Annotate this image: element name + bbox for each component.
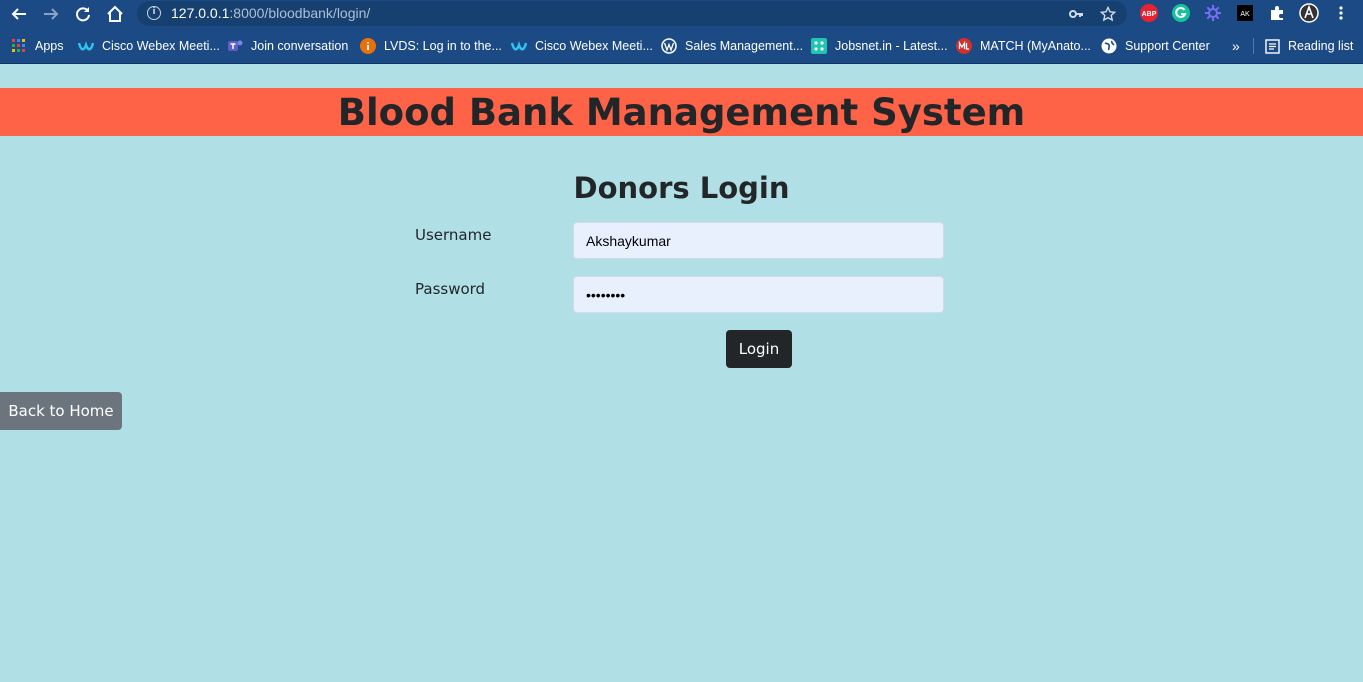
jobsnet-icon <box>811 38 827 54</box>
info-badge-icon <box>360 38 376 54</box>
bookmark-lvds[interactable]: LVDS: Log in to the... <box>360 37 502 55</box>
page-title: Donors Login <box>573 171 790 205</box>
puzzle-extensions-icon[interactable] <box>1267 3 1287 23</box>
svg-text:AK: AK <box>1240 11 1250 18</box>
site-title: Blood Bank Management System <box>337 91 1026 134</box>
wordpress-icon <box>661 38 677 54</box>
teams-icon <box>227 38 243 54</box>
profile-avatar-icon[interactable] <box>1299 3 1319 23</box>
site-info-icon[interactable]: i <box>147 6 161 20</box>
key-icon[interactable] <box>1066 4 1086 24</box>
forward-arrow-icon[interactable] <box>39 2 63 26</box>
back-arrow-icon[interactable] <box>7 2 31 26</box>
home-icon[interactable] <box>103 2 127 26</box>
bookmark-label: MATCH (MyAnato... <box>980 39 1091 53</box>
browser-toolbar: i 127.0.0.1:8000/bloodbank/login/ ABP AK <box>0 0 1363 28</box>
bookmark-label: Join conversation <box>251 39 349 53</box>
bookmark-cisco-webex-2[interactable]: Cisco Webex Meeti... <box>511 37 653 55</box>
bookmark-join-conversation[interactable]: Join conversation <box>227 37 348 55</box>
gear-extension-icon[interactable] <box>1203 3 1223 23</box>
reload-icon[interactable] <box>71 2 95 26</box>
username-input[interactable] <box>573 222 944 259</box>
bookmark-jobsnet[interactable]: Jobsnet.in - Latest... <box>811 37 948 55</box>
header-banner: Blood Bank Management System <box>0 88 1363 136</box>
reading-list-icon <box>1264 38 1280 54</box>
bookmark-match[interactable]: MATCH (MyAnato... <box>956 37 1091 55</box>
bookmark-label: Cisco Webex Meeti... <box>535 39 653 53</box>
globe-icon <box>1101 38 1117 54</box>
bookmark-cisco-webex-1[interactable]: Cisco Webex Meeti... <box>78 37 220 55</box>
back-to-home-button[interactable]: Back to Home <box>0 392 122 430</box>
webex-icon <box>511 38 527 54</box>
apps-grid-icon <box>11 38 27 54</box>
bookmark-label: Cisco Webex Meeti... <box>102 39 220 53</box>
webex-icon <box>78 38 94 54</box>
grammarly-extension-icon[interactable] <box>1171 3 1191 23</box>
reading-list[interactable]: Reading list <box>1264 37 1353 55</box>
bookmark-label: LVDS: Log in to the... <box>384 39 502 53</box>
bookmarks-divider <box>1253 38 1254 54</box>
more-bookmarks-chevron-icon[interactable]: » <box>1232 37 1240 55</box>
svg-text:ABP: ABP <box>1142 11 1157 18</box>
bookmark-apps[interactable]: Apps <box>11 37 64 55</box>
bookmark-star-icon[interactable] <box>1098 4 1118 24</box>
bookmark-label: Apps <box>35 39 64 53</box>
bookmark-label: Jobsnet.in - Latest... <box>835 39 948 53</box>
ak-extension-icon[interactable]: AK <box>1235 3 1255 23</box>
username-label: Username <box>415 226 492 244</box>
password-label: Password <box>415 280 486 298</box>
adblock-extension-icon[interactable]: ABP <box>1139 3 1159 23</box>
menu-dots-icon[interactable] <box>1331 3 1351 23</box>
login-button[interactable]: Login <box>726 330 792 368</box>
match-icon <box>956 38 972 54</box>
password-input[interactable] <box>573 276 944 313</box>
bookmark-label: Sales Management... <box>685 39 804 53</box>
bookmarks-bar: Apps Cisco Webex Meeti... Join conversat… <box>0 28 1363 64</box>
bookmark-sales-management[interactable]: Sales Management... <box>661 37 803 55</box>
address-bar[interactable]: i 127.0.0.1:8000/bloodbank/login/ <box>137 1 1127 26</box>
bookmark-label: Support Center <box>1125 39 1210 53</box>
url-text: 127.0.0.1:8000/bloodbank/login/ <box>171 5 371 21</box>
bookmark-support-center[interactable]: Support Center <box>1101 37 1210 55</box>
reading-list-label: Reading list <box>1288 39 1354 53</box>
